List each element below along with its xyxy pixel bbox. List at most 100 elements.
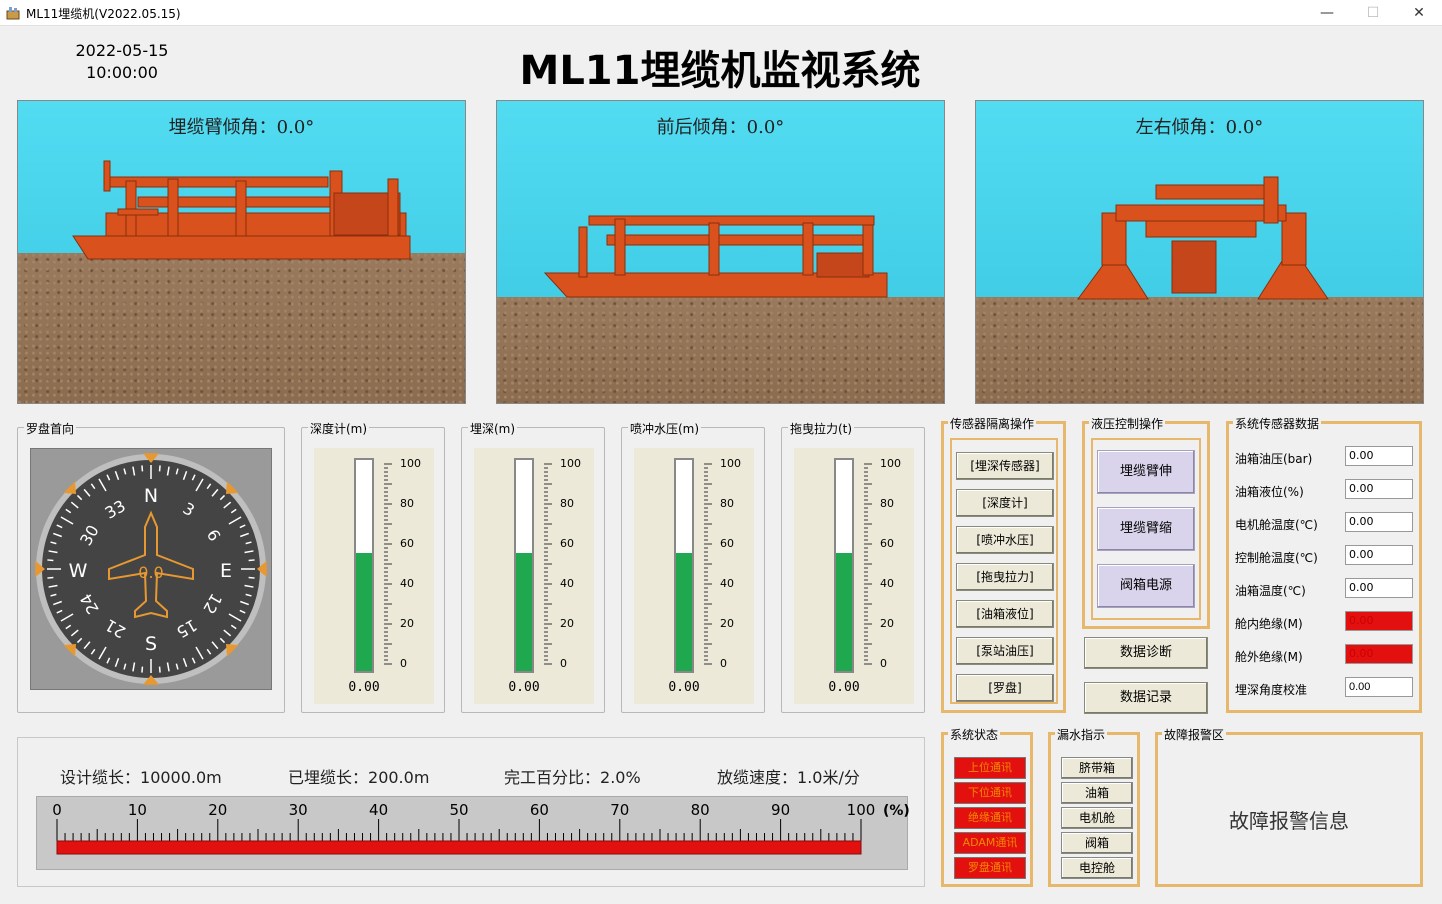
gauge-jet-body: 100 80 60 40 20 0 0.00 (634, 448, 754, 704)
gauge-bury-depth: 埋深(m) 100 80 60 40 20 0 0.00 (461, 420, 605, 713)
gauge-jet-fill (676, 552, 692, 671)
completion-pct: 完工百分比：2.0% (504, 764, 641, 788)
scene-pitch-angle: 前后倾角：0.0° (496, 100, 945, 404)
sensor-value-oil-temp: 0.00 (1345, 578, 1413, 598)
gauge-scale: 100 80 60 40 20 0 (702, 457, 762, 670)
payout-speed-label: 放缆速度： (717, 768, 798, 787)
progress-ruler: 0 10 20 30 40 50 60 70 80 90 100 (%) (36, 796, 910, 870)
gauge-tick-label: 100 (880, 457, 901, 470)
completion-pct-value: 2.0% (600, 768, 641, 787)
gauge-scale: 100 80 60 40 20 0 (862, 457, 922, 670)
isolate-jet-pressure-button[interactable]: [喷冲水压] (956, 526, 1054, 554)
system-sensors-title: 系统传感器数据 (1233, 415, 1322, 432)
isolate-bury-sensor-button[interactable]: [埋深传感器] (956, 452, 1054, 480)
design-length-value: 10000.0m (140, 768, 222, 787)
status-insulation-comm: 绝缘通讯 (954, 807, 1026, 829)
cable-plough-pitch-icon (543, 215, 888, 298)
datetime-display: 2022-05-15 10:00:00 (62, 40, 182, 84)
data-diagnose-button[interactable]: 数据诊断 (1084, 637, 1208, 669)
valve-power-button[interactable]: 阀箱电源 (1097, 564, 1195, 608)
compass-marker (225, 643, 239, 657)
leak-oil-tank: 油箱 (1061, 782, 1133, 804)
sensor-label-inner-insulation: 舱内绝缘(M) (1235, 617, 1303, 631)
cable-plough-front-icon (1077, 176, 1329, 300)
compass-west-label: W (69, 560, 88, 582)
compass-marker (63, 643, 77, 657)
compass-tick (158, 666, 161, 673)
compass-tick (248, 559, 255, 562)
gauge-tick-label: 20 (560, 617, 574, 630)
arm-angle-label: 埋缆臂倾角：0.0° (168, 117, 315, 138)
leak-umbilical-box: 脐带箱 (1061, 757, 1133, 779)
completion-pct-label: 完工百分比： (504, 768, 601, 787)
status-upper-comm: 上位通讯 (954, 757, 1026, 779)
gauge-tick-label: 80 (400, 497, 414, 510)
compass-tick (141, 465, 144, 472)
gauge-tow-value: 0.00 (828, 680, 860, 695)
compass-east-label: E (220, 560, 232, 582)
time-text: 10:00:00 (86, 63, 158, 82)
angle-calibration-input[interactable] (1345, 677, 1413, 697)
system-status-title: 系统状态 (948, 726, 1001, 743)
gauge-tick-label: 100 (400, 457, 421, 470)
gauge-tow-fill (836, 552, 852, 671)
gauge-scale: 100 80 60 40 20 0 (382, 457, 442, 670)
status-adam-comm: ADAM通讯 (954, 832, 1026, 854)
gauge-depth-value: 0.00 (348, 680, 380, 695)
sensor-value-inner-insulation: 0.00 (1345, 611, 1413, 631)
leak-valve-box: 阀箱 (1061, 832, 1133, 854)
compass-tick (141, 666, 144, 673)
fault-alarm-panel: 故障报警区 故障报警信息 (1155, 726, 1423, 887)
isolate-tow-force-button[interactable]: [拖曳拉力] (956, 563, 1054, 591)
minimize-button[interactable]: — (1304, 0, 1350, 26)
sensor-label-oil-temp: 油箱温度(℃) (1235, 584, 1306, 598)
laid-length-value: 200.0m (368, 768, 430, 787)
system-sensors-panel: 系统传感器数据 油箱油压(bar) 0.00 油箱液位(%) 0.00 电机舱温… (1226, 415, 1422, 713)
gauge-bury-title: 埋深(m) (468, 420, 518, 437)
sensor-label-control-temp: 控制舱温度(℃) (1235, 551, 1318, 565)
gauge-tow-title: 拖曳拉力(t) (788, 420, 855, 437)
payout-speed: 放缆速度：1.0米/分 (717, 764, 860, 788)
gauge-tick-label: 60 (880, 537, 894, 550)
data-record-button[interactable]: 数据记录 (1084, 682, 1208, 714)
arm-extend-button[interactable]: 埋缆臂伸 (1097, 450, 1195, 494)
sensor-value-control-temp: 0.00 (1345, 545, 1413, 565)
sensor-isolation-title: 传感器隔离操作 (948, 415, 1037, 432)
gauge-bury-fill (516, 552, 532, 671)
ruler-unit: (%) (883, 803, 909, 819)
ruler-label: 60 (530, 801, 549, 819)
maximize-button[interactable]: ☐ (1350, 0, 1396, 26)
gauge-bury-tube (514, 458, 534, 673)
gauge-tick-label: 20 (400, 617, 414, 630)
ruler-label: 20 (208, 801, 227, 819)
isolate-tank-level-button[interactable]: [油箱液位] (956, 600, 1054, 628)
sensor-label-oil-pressure: 油箱油压(bar) (1235, 452, 1313, 466)
gauge-tick-label: 100 (720, 457, 741, 470)
sensor-label-tank-level: 油箱液位(%) (1235, 485, 1304, 499)
window-titlebar: ML11埋缆机(V2022.05.15) — ☐ ✕ (0, 0, 1442, 26)
laid-length: 已埋缆长：200.0m (288, 764, 429, 788)
compass-panel: 罗盘首向 N E S W 3 6 12 15 21 24 30 33 0.0 (17, 420, 285, 713)
status-lower-comm: 下位通讯 (954, 782, 1026, 804)
isolate-compass-button[interactable]: [罗盘] (956, 674, 1054, 702)
ruler-label: 40 (369, 801, 388, 819)
sensor-value-outer-insulation: 0.00 (1345, 644, 1413, 664)
gauge-tick-label: 0 (720, 657, 727, 670)
sensor-label-angle-calibration: 埋深角度校准 (1235, 683, 1308, 697)
gauge-tow-force: 拖曳拉力(t) 100 80 60 40 20 0 0.00 (781, 420, 925, 713)
heading-value: 0.0 (138, 563, 163, 582)
gauge-bury-body: 100 80 60 40 20 0 0.00 (474, 448, 594, 704)
laid-length-label: 已埋缆长： (288, 768, 369, 787)
ruler-label: 0 (52, 801, 62, 819)
gauge-tick-label: 60 (560, 537, 574, 550)
gauge-tick-label: 80 (880, 497, 894, 510)
leak-panel: 漏水指示 脐带箱 油箱 电机舱 阀箱 电控舱 (1048, 726, 1140, 887)
gauge-jet-value: 0.00 (668, 680, 700, 695)
compass-tick (47, 576, 54, 579)
ruler-label: 80 (691, 801, 710, 819)
arm-retract-button[interactable]: 埋缆臂缩 (1097, 507, 1195, 551)
isolate-pump-pressure-button[interactable]: [泵站油压] (956, 637, 1054, 665)
isolate-depth-button[interactable]: [深度计] (956, 489, 1054, 517)
close-button[interactable]: ✕ (1396, 0, 1442, 26)
design-length-label: 设计缆长： (60, 768, 141, 787)
